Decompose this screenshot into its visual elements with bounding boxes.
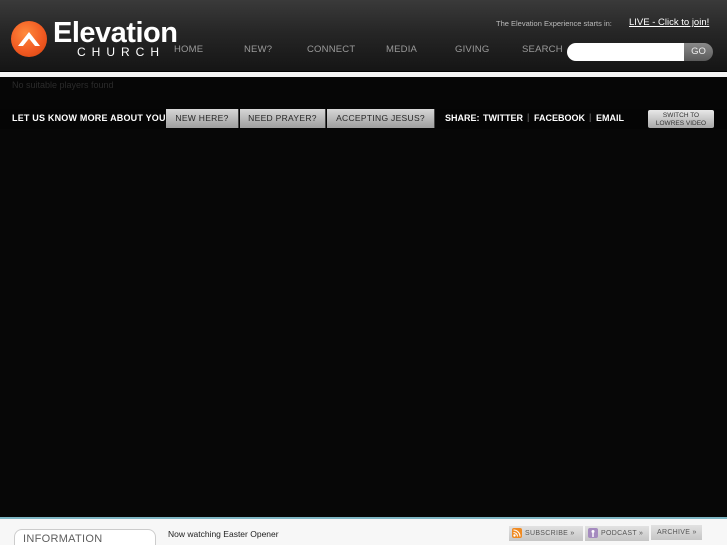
player-error-message: No suitable players found (12, 80, 114, 90)
switch-label-line2: LOWRES VIDEO (655, 119, 707, 127)
nav-item-home[interactable]: HOME (174, 44, 203, 55)
logo-mark-icon (11, 21, 47, 57)
switch-label-line1: SWITCH TO (662, 112, 700, 119)
action-bar: LET US KNOW MORE ABOUT YOU: NEW HERE? NE… (0, 109, 727, 129)
elevation-logo[interactable]: Elevation CHURCH (11, 17, 178, 61)
live-join-link[interactable]: LIVE - Click to join! (629, 17, 709, 28)
podcast-button[interactable]: PODCAST » (585, 526, 649, 541)
site-header: Elevation CHURCH The Elevation Experienc… (0, 0, 727, 72)
main-nav: HOME NEW? CONNECT MEDIA GIVING SEARCH (150, 44, 570, 58)
podcast-label: PODCAST » (601, 530, 644, 537)
share-twitter-link[interactable]: TWITTER (483, 113, 523, 123)
rss-icon (512, 528, 522, 538)
archive-button[interactable]: ARCHIVE » (651, 525, 702, 540)
now-watching-prefix: Now watching (168, 529, 221, 539)
nav-item-search[interactable]: SEARCH (522, 44, 563, 55)
nav-item-media[interactable]: MEDIA (386, 44, 417, 55)
now-watching-title: Easter Opener (223, 529, 279, 539)
share-email-link[interactable]: EMAIL (596, 113, 624, 123)
subscribe-label: SUBSCRIBE » (525, 530, 575, 537)
new-here-button[interactable]: NEW HERE? (166, 109, 239, 128)
video-player[interactable] (0, 129, 727, 517)
subscribe-button[interactable]: SUBSCRIBE » (509, 526, 583, 541)
header-divider (0, 72, 727, 77)
share-label: SHARE: (445, 113, 480, 123)
search-go-button[interactable]: GO (684, 43, 713, 61)
share-separator: | (527, 112, 530, 122)
tab-information[interactable]: INFORMATION (14, 529, 156, 545)
info-footer: INFORMATION Now watching Easter Opener S… (0, 517, 727, 545)
nav-item-giving[interactable]: GIVING (455, 44, 489, 55)
share-separator: | (589, 112, 592, 122)
accepting-jesus-button[interactable]: ACCEPTING JESUS? (327, 109, 435, 128)
experience-countdown-label: The Elevation Experience starts in: (496, 19, 612, 28)
now-watching: Now watching Easter Opener (168, 529, 279, 539)
search-input[interactable] (567, 43, 689, 61)
podcast-icon (588, 528, 598, 538)
nav-item-new[interactable]: NEW? (244, 44, 272, 55)
feedback-prompt: LET US KNOW MORE ABOUT YOU: (12, 113, 169, 123)
switch-lowres-button[interactable]: SWITCH TO LOWRES VIDEO (648, 110, 714, 128)
nav-item-connect[interactable]: CONNECT (307, 44, 355, 55)
share-facebook-link[interactable]: FACEBOOK (534, 113, 585, 123)
need-prayer-button[interactable]: NEED PRAYER? (240, 109, 326, 128)
